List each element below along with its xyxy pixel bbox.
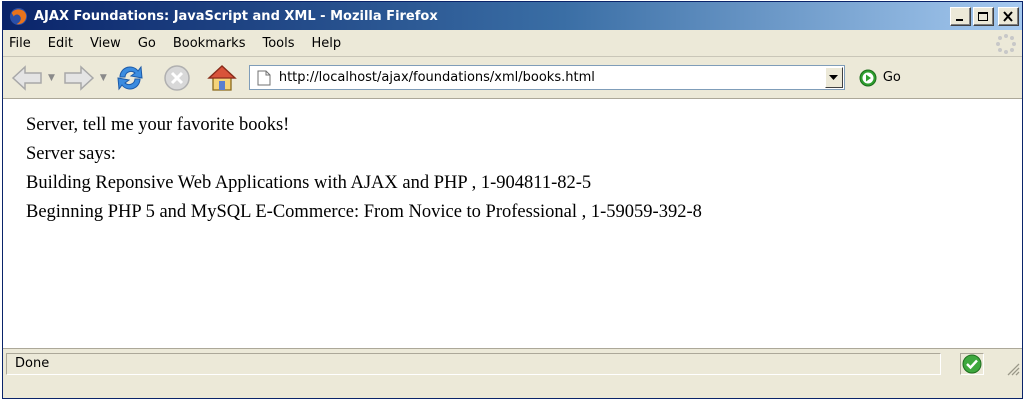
home-icon: [207, 64, 237, 91]
go-label: Go: [882, 70, 901, 85]
go-button[interactable]: Go: [859, 69, 901, 87]
response-heading: Server says:: [26, 144, 116, 164]
checkmark-icon: [962, 354, 982, 374]
minimize-button[interactable]: [950, 6, 971, 26]
menu-bar: File Edit View Go Bookmarks Tools Help: [3, 30, 1022, 57]
minimize-icon: [956, 18, 963, 21]
resize-grip-icon[interactable]: [1006, 362, 1020, 376]
status-bar: Done: [3, 348, 1022, 378]
back-button[interactable]: [11, 64, 43, 91]
reload-button[interactable]: [115, 63, 145, 93]
close-button[interactable]: [998, 6, 1019, 26]
close-icon: [1003, 10, 1013, 22]
maximize-icon: [978, 11, 988, 21]
forward-arrow-icon: [64, 64, 95, 91]
back-arrow-icon: [11, 64, 42, 91]
back-history-chevron-down-icon[interactable]: ▼: [48, 73, 55, 83]
url-input[interactable]: http://localhost/ajax/foundations/xml/bo…: [279, 70, 595, 85]
browser-window: AJAX Foundations: JavaScript and XML - M…: [2, 1, 1023, 399]
menu-help[interactable]: Help: [312, 36, 342, 51]
maximize-button[interactable]: [973, 6, 994, 26]
menu-bookmarks[interactable]: Bookmarks: [173, 36, 246, 51]
url-history-dropdown[interactable]: [824, 67, 843, 88]
menu-file[interactable]: File: [9, 36, 31, 51]
navigation-toolbar: ▼ ▼ http://localhost/ajax/foundations/xm…: [3, 57, 1022, 99]
book-entry: Building Reponsive Web Applications with…: [26, 173, 592, 193]
stop-icon: [164, 64, 190, 91]
forward-history-chevron-down-icon[interactable]: ▼: [100, 73, 107, 83]
forward-button[interactable]: [63, 64, 95, 91]
status-text: Done: [6, 352, 941, 375]
firefox-logo-icon: [9, 7, 28, 25]
stop-button[interactable]: [163, 64, 191, 92]
menu-tools[interactable]: Tools: [262, 36, 294, 51]
menu-view[interactable]: View: [90, 36, 121, 51]
menu-edit[interactable]: Edit: [48, 36, 73, 51]
menu-go[interactable]: Go: [138, 36, 156, 51]
security-status[interactable]: [960, 353, 984, 375]
reload-icon: [117, 65, 143, 90]
throbber-icon: [996, 34, 1016, 54]
page-content: Server, tell me your favorite books! Ser…: [3, 99, 1022, 348]
page-icon: [257, 70, 271, 85]
request-line: Server, tell me your favorite books!: [26, 115, 290, 135]
go-icon: [859, 69, 877, 86]
home-button[interactable]: [207, 64, 237, 92]
book-entry: Beginning PHP 5 and MySQL E-Commerce: Fr…: [26, 202, 702, 222]
window-title: AJAX Foundations: JavaScript and XML - M…: [34, 8, 438, 24]
title-bar[interactable]: AJAX Foundations: JavaScript and XML - M…: [3, 2, 1022, 30]
window-controls: [950, 6, 1022, 26]
url-bar[interactable]: http://localhost/ajax/foundations/xml/bo…: [248, 65, 845, 90]
chevron-down-icon: [829, 74, 839, 80]
